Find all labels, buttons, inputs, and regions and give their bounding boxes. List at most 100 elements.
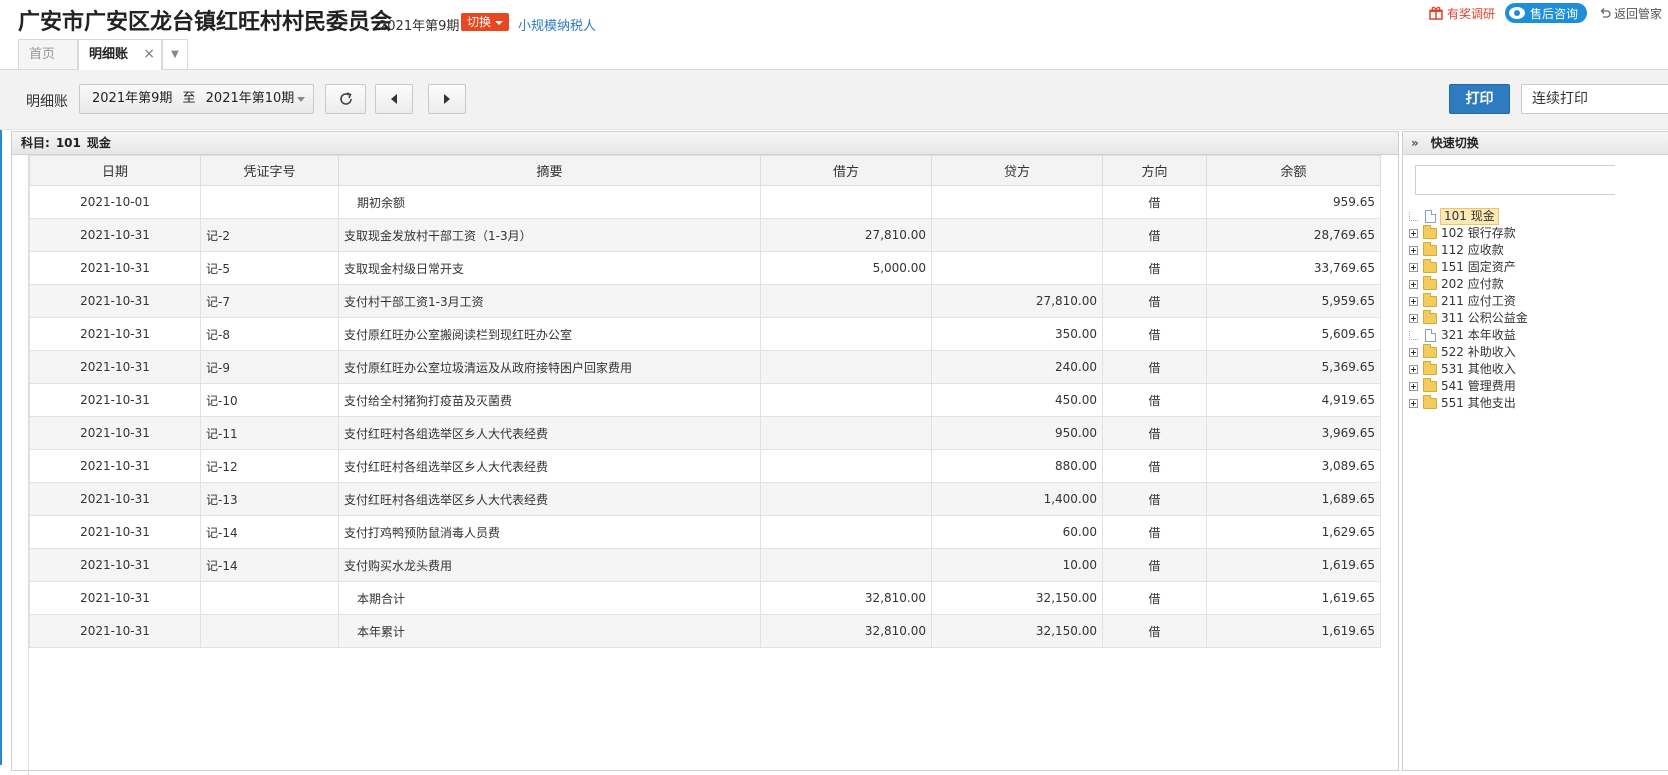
date-cell: 2021-10-31 (29, 284, 201, 318)
voucher-cell[interactable] (200, 614, 339, 648)
voucher-cell[interactable]: 记-12 (200, 449, 339, 483)
expand-icon[interactable] (1409, 399, 1418, 408)
direction-cell: 借 (1102, 383, 1207, 417)
table-row[interactable]: 2021-10-01 期初余额 借 959.65 (29, 185, 1381, 219)
tree-item[interactable]: 151 固定资产 (1409, 259, 1529, 276)
caret-down-icon (297, 97, 305, 102)
column-header[interactable]: 凭证字号 (200, 155, 339, 186)
credit-cell: 1,400.00 (931, 482, 1103, 516)
continuous-print-button[interactable]: 连续打印 (1521, 84, 1668, 114)
table-row[interactable]: 2021-10-31 记-11 支付红旺村各组选举区乡人大代表经费 950.00 借 3,… (29, 416, 1381, 450)
chevron-down-icon: ▼ (171, 49, 179, 60)
column-header[interactable]: 贷方 (931, 155, 1103, 186)
reward-survey-link[interactable]: 有奖调研 (1429, 5, 1495, 22)
table-row[interactable]: 2021-10-31 本年累计 32,810.00 32,150.00 借 1,619.6… (29, 614, 1381, 648)
tree-item[interactable]: 112 应收款 (1409, 242, 1529, 259)
account-tree: 101 现金 102 银行存款 112 应收款 151 固定资产 202 应付款 211 … (1409, 208, 1529, 412)
table-row[interactable]: 2021-10-31 记-2 支取现金发放村干部工资（1-3月） 27,810.00 借… (29, 218, 1381, 252)
summary-cell: 支付原红旺办公室垃圾清运及从政府接特困户回家费用 (338, 350, 761, 384)
date-cell: 2021-10-31 (29, 251, 201, 285)
expand-icon[interactable] (1409, 280, 1418, 289)
range-start: 2021年第9期 (92, 91, 173, 106)
previous-button[interactable] (375, 84, 413, 114)
date-cell: 2021-10-31 (29, 383, 201, 417)
voucher-cell[interactable]: 记-11 (200, 416, 339, 450)
expand-icon[interactable] (1409, 246, 1418, 255)
voucher-cell[interactable]: 记-2 (200, 218, 339, 252)
period-range-select[interactable]: 2021年第9期 至 2021年第10期 (79, 84, 314, 114)
table-row[interactable]: 2021-10-31 本期合计 32,810.00 32,150.00 借 1,619.6… (29, 581, 1381, 615)
voucher-cell[interactable] (200, 185, 339, 219)
voucher-cell[interactable]: 记-5 (200, 251, 339, 285)
tree-item[interactable]: 531 其他收入 (1409, 361, 1529, 378)
date-cell: 2021-10-31 (29, 515, 201, 549)
voucher-cell[interactable] (200, 581, 339, 615)
voucher-cell[interactable]: 记-8 (200, 317, 339, 351)
close-icon[interactable]: × (143, 40, 155, 69)
tree-item[interactable]: 311 公积公益金 (1409, 310, 1529, 327)
expand-icon[interactable] (1409, 382, 1418, 391)
subject-prefix: 科目: (21, 136, 50, 150)
next-button[interactable] (428, 84, 466, 114)
voucher-cell[interactable]: 记-9 (200, 350, 339, 384)
table-row[interactable]: 2021-10-31 记-14 支付打鸡鸭预防鼠消毒人员费 60.00 借 1,629.6… (29, 515, 1381, 549)
balance-cell: 1,619.65 (1206, 548, 1381, 582)
folder-icon (1423, 378, 1437, 392)
tree-item[interactable]: 101 现金 (1409, 208, 1529, 225)
column-header[interactable]: 借方 (760, 155, 932, 186)
expand-icon[interactable] (1409, 263, 1418, 272)
table-row[interactable]: 2021-10-31 记-9 支付原红旺办公室垃圾清运及从政府接特困户回家费用 240… (29, 350, 1381, 384)
debit-cell: 32,810.00 (760, 581, 932, 615)
account-search-input[interactable] (1415, 165, 1615, 195)
balance-cell: 33,769.65 (1206, 251, 1381, 285)
switch-period-button[interactable]: 切换 (461, 13, 510, 31)
taxpayer-type-link[interactable]: 小规模纳税人 (518, 15, 596, 34)
tree-item-label: 101 现金 (1440, 208, 1499, 225)
tab-home[interactable]: 首页 (18, 39, 78, 69)
voucher-cell[interactable]: 记-7 (200, 284, 339, 318)
expand-icon[interactable] (1409, 365, 1418, 374)
table-row[interactable]: 2021-10-31 记-8 支付原红旺办公室搬阅读栏到现红旺办公室 350.00 借 5… (29, 317, 1381, 351)
table-row[interactable]: 2021-10-31 记-10 支付给全村猪狗打疫苗及灭菌费 450.00 借 4,919… (29, 383, 1381, 417)
voucher-cell[interactable]: 记-14 (200, 515, 339, 549)
tree-item[interactable]: 202 应付款 (1409, 276, 1529, 293)
expand-icon[interactable] (1409, 297, 1418, 306)
credit-cell: 32,150.00 (931, 614, 1103, 648)
date-cell: 2021-10-31 (29, 581, 201, 615)
double-chevron-right-icon[interactable]: » (1411, 136, 1419, 150)
tree-item[interactable]: 321 本年收益 (1409, 327, 1529, 344)
table-row[interactable]: 2021-10-31 记-12 支付红旺村各组选举区乡人大代表经费 880.00 借 3,… (29, 449, 1381, 483)
account-name: 公积公益金 (1467, 311, 1528, 325)
expand-icon[interactable] (1409, 229, 1418, 238)
summary-cell: 支付红旺村各组选举区乡人大代表经费 (338, 482, 761, 516)
debit-cell (760, 548, 932, 582)
quick-switch-header: » 快速切换 (1403, 132, 1668, 155)
table-row[interactable]: 2021-10-31 记-14 支付购买水龙头费用 10.00 借 1,619.65 (29, 548, 1381, 582)
account-name: 其他支出 (1467, 396, 1516, 410)
tab-more-dropdown[interactable]: ▼ (162, 39, 188, 69)
column-header[interactable]: 余额 (1206, 155, 1381, 186)
tree-item-label: 541 管理费用 (1440, 379, 1517, 394)
refresh-button[interactable] (325, 84, 366, 114)
column-header[interactable]: 日期 (29, 155, 201, 186)
table-row[interactable]: 2021-10-31 记-7 支付村干部工资1-3月工资 27,810.00 借 5,95… (29, 284, 1381, 318)
after-sales-consult-button[interactable]: 售后咨询 (1504, 3, 1587, 23)
tree-item[interactable]: 211 应付工资 (1409, 293, 1529, 310)
expand-icon[interactable] (1409, 348, 1418, 357)
tab-detail-ledger[interactable]: 明细账 × (78, 39, 162, 70)
expand-icon[interactable] (1409, 314, 1418, 323)
table-row[interactable]: 2021-10-31 记-13 支付红旺村各组选举区乡人大代表经费 1,400.00 借… (29, 482, 1381, 516)
column-header[interactable]: 方向 (1102, 155, 1207, 186)
table-row[interactable]: 2021-10-31 记-5 支取现金村级日常开支 5,000.00 借 33,769.6… (29, 251, 1381, 285)
tree-item[interactable]: 522 补助收入 (1409, 344, 1529, 361)
column-header[interactable]: 摘要 (338, 155, 761, 186)
tree-item[interactable]: 102 银行存款 (1409, 225, 1529, 242)
company-title: 广安市广安区龙台镇红旺村村民委员会 (18, 10, 393, 35)
back-to-manager-link[interactable]: 返回管家 (1599, 5, 1662, 22)
voucher-cell[interactable]: 记-14 (200, 548, 339, 582)
tree-item[interactable]: 551 其他支出 (1409, 395, 1529, 412)
voucher-cell[interactable]: 记-10 (200, 383, 339, 417)
print-button[interactable]: 打印 (1449, 84, 1510, 114)
tree-item[interactable]: 541 管理费用 (1409, 378, 1529, 395)
voucher-cell[interactable]: 记-13 (200, 482, 339, 516)
